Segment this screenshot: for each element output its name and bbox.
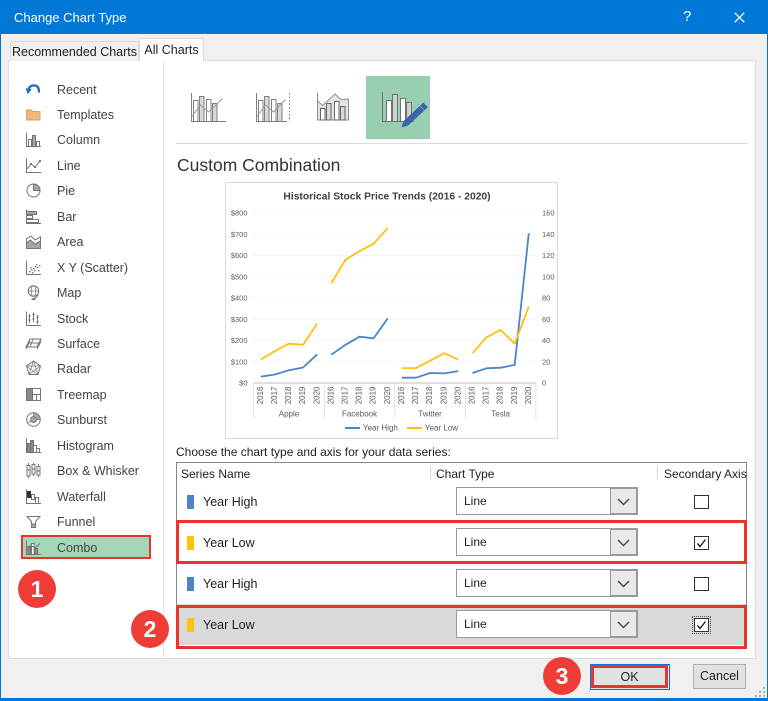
- svg-text:Year High: Year High: [363, 424, 398, 433]
- svg-text:2020: 2020: [383, 386, 392, 404]
- svg-text:80: 80: [542, 294, 550, 303]
- svg-text:2020: 2020: [312, 386, 321, 404]
- svg-text:Apple: Apple: [279, 410, 300, 419]
- svg-text:$700: $700: [231, 230, 248, 239]
- svg-text:2019: 2019: [510, 386, 519, 404]
- svg-text:2020: 2020: [524, 386, 533, 404]
- svg-text:2020: 2020: [453, 386, 462, 404]
- svg-text:Historical Stock Price Trends: Historical Stock Price Trends (2016 - 20…: [283, 192, 490, 203]
- svg-text:60: 60: [542, 315, 550, 324]
- svg-text:$100: $100: [231, 357, 248, 366]
- svg-text:2018: 2018: [425, 386, 434, 404]
- svg-text:$500: $500: [231, 272, 248, 281]
- svg-text:Twitter: Twitter: [418, 410, 442, 419]
- svg-text:2019: 2019: [439, 386, 448, 404]
- svg-text:$600: $600: [231, 251, 248, 260]
- svg-text:2016: 2016: [256, 386, 265, 404]
- svg-text:2018: 2018: [496, 386, 505, 404]
- svg-text:2019: 2019: [369, 386, 378, 404]
- svg-text:2019: 2019: [298, 386, 307, 404]
- svg-text:140: 140: [542, 230, 555, 239]
- svg-text:160: 160: [542, 209, 555, 218]
- svg-text:Year Low: Year Low: [425, 424, 458, 433]
- svg-text:2017: 2017: [341, 386, 350, 404]
- svg-text:Tesla: Tesla: [491, 410, 510, 419]
- svg-text:120: 120: [542, 251, 555, 260]
- svg-text:40: 40: [542, 336, 550, 345]
- svg-text:2018: 2018: [355, 386, 364, 404]
- svg-text:$0: $0: [239, 379, 247, 388]
- svg-text:2016: 2016: [397, 386, 406, 404]
- svg-text:2017: 2017: [482, 386, 491, 404]
- svg-text:2018: 2018: [284, 386, 293, 404]
- svg-text:2017: 2017: [411, 386, 420, 404]
- svg-text:$800: $800: [231, 209, 248, 218]
- svg-text:$200: $200: [231, 336, 248, 345]
- svg-text:2017: 2017: [270, 386, 279, 404]
- svg-text:$400: $400: [231, 294, 248, 303]
- svg-text:0: 0: [542, 379, 546, 388]
- svg-text:$300: $300: [231, 315, 248, 324]
- svg-text:2016: 2016: [468, 386, 477, 404]
- svg-text:100: 100: [542, 272, 555, 281]
- svg-text:Facebook: Facebook: [342, 410, 378, 419]
- svg-text:20: 20: [542, 357, 550, 366]
- svg-text:2016: 2016: [326, 386, 335, 404]
